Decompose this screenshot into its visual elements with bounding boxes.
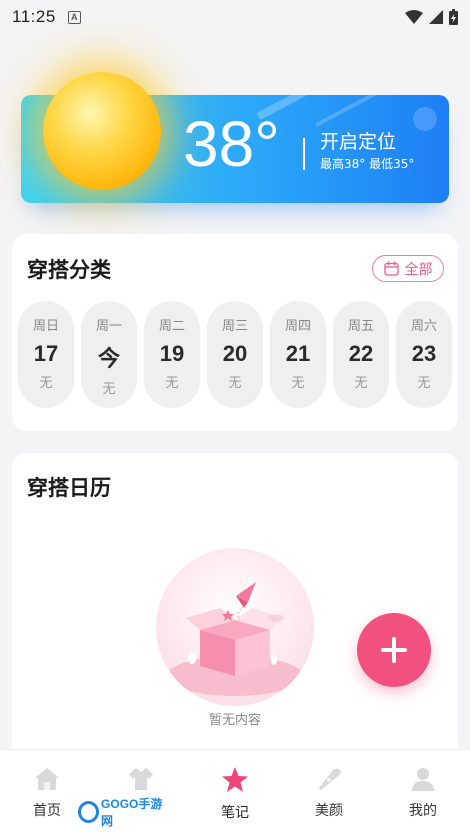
wifi-icon [405,10,423,24]
outfit-calendar-card: 穿搭日历 暂无内容 [12,453,458,753]
section-title: 穿搭日历 [27,476,111,500]
day-pill-thu[interactable]: 周四 21 无 [270,301,326,408]
day-status: 无 [39,376,53,391]
tab-profile[interactable]: 我的 [376,750,470,835]
card-decoration [315,95,423,127]
enable-location-button[interactable]: 开启定位 [320,127,396,154]
weather-divider [303,138,305,170]
watermark-logo: GOGO手游网 [78,797,170,828]
outfit-category-card: 穿搭分类 全部 周日 17 无 周一今无 周二 19 无 周三 20 无 周四 21 无 周五 2… [12,234,458,431]
watermark-ring-icon [78,801,100,823]
empty-state-illustration [156,548,314,706]
tab-label: 我的 [409,803,437,819]
card-decoration [413,107,437,131]
tab-notes[interactable]: 笔记 [188,750,282,835]
tab-label: 首页 [33,803,61,819]
all-button[interactable]: 全部 [372,255,444,282]
date-label: 今 [97,346,120,371]
add-outfit-button[interactable] [357,613,431,687]
date-label: 22 [348,341,374,366]
bottom-tab-bar: 首页 笔记 美颜 我的 [0,749,470,835]
empty-state-text: 暂无内容 [208,713,261,728]
sun-icon [43,72,161,190]
star-icon [222,767,248,792]
date-label: 23 [411,341,437,366]
weekday-label: 周六 [410,319,437,334]
date-label: 17 [33,341,59,366]
section-title: 穿搭分类 [27,258,111,282]
date-label: 21 [285,341,311,366]
all-button-label: 全部 [404,261,433,278]
day-status: 无 [228,376,242,391]
day-pill-sat[interactable]: 周六 23 无 [396,301,452,408]
weekday-label: 周一 [95,319,122,334]
day-pill-wed[interactable]: 周三 20 无 [207,301,263,408]
tab-label: 美颜 [315,803,343,819]
day-status: 无 [417,376,431,391]
date-label: 20 [222,341,248,366]
temperature-range: 最高38° 最低35° [320,157,415,171]
day-pill-tue[interactable]: 周二 19 无 [144,301,200,408]
temperature-value: 38° [183,108,280,180]
day-status: 无 [102,382,116,397]
weekday-label: 周五 [347,319,374,334]
weekday-label: 周四 [284,319,311,334]
calendar-icon [383,261,399,276]
watermark-text: GOGO手游网 [101,797,163,828]
signal-icon [429,10,443,24]
day-status: 无 [291,376,305,391]
notification-badge-icon: A [67,10,81,24]
weekday-label: 周三 [221,319,248,334]
status-time: 11:25 [12,7,56,26]
pen-icon [319,768,341,790]
tab-label: 笔记 [221,805,249,821]
day-pill-fri[interactable]: 周五 22 无 [333,301,389,408]
weekday-label: 周日 [32,319,59,334]
status-bar: 11:25 A [0,0,470,34]
day-status: 无 [354,376,368,391]
home-icon [35,768,59,790]
status-icons [405,9,458,25]
shirt-icon [129,768,153,790]
plus-icon [381,637,407,663]
day-pill-mon[interactable]: 周一今无 [81,301,137,408]
tab-beauty[interactable]: 美颜 [282,750,376,835]
date-label: 19 [159,341,185,366]
day-status: 无 [165,376,179,391]
day-pill-sun[interactable]: 周日 17 无 [18,301,74,408]
user-icon [412,768,434,791]
weekday-label: 周二 [158,319,185,334]
battery-icon [449,9,458,25]
empty-box-icon [167,582,303,696]
week-day-list: 周日 17 无 周一今无 周二 19 无 周三 20 无 周四 21 无 周五 22 无 周六 23 无 [18,301,452,408]
